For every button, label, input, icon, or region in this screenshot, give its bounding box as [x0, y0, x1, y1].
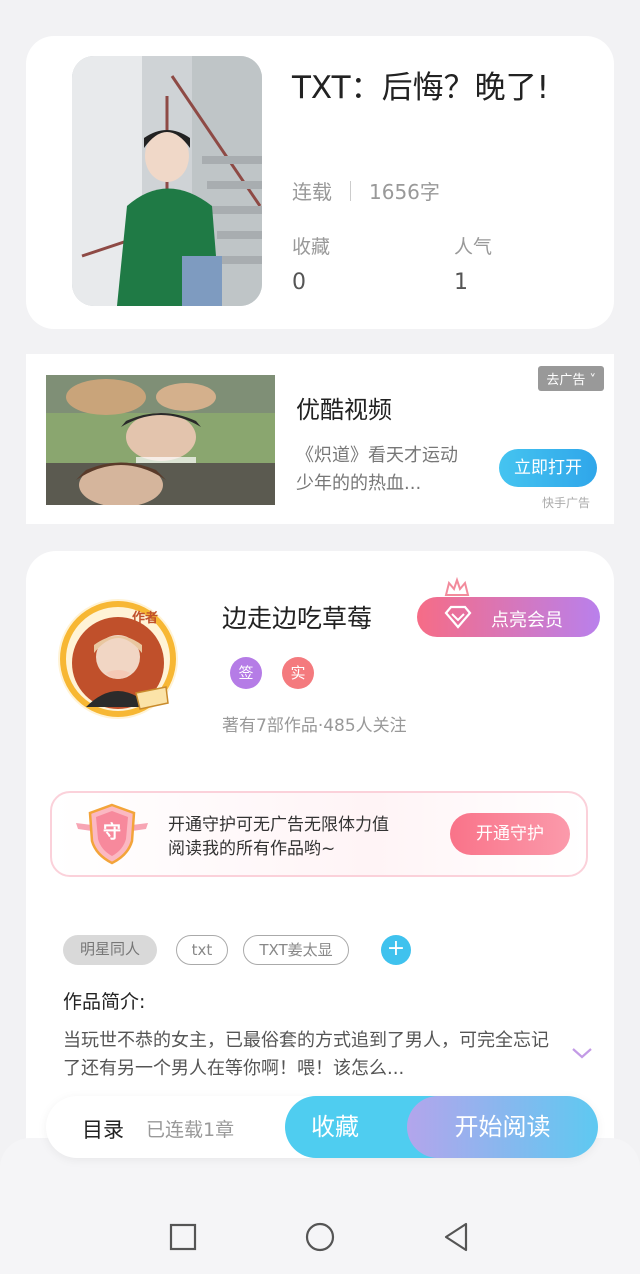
- author-meta: 著有7部作品·485人关注: [222, 716, 407, 736]
- book-cover-image[interactable]: [72, 56, 262, 306]
- collect-count-label: 收藏: [292, 236, 331, 258]
- chapter-count: 已连载1章: [146, 1119, 235, 1141]
- vip-button-label: 点亮会员: [491, 610, 563, 631]
- book-info-card: TXT：后悔？晚了! 连载 1656字 收藏 0 人气 1: [26, 36, 614, 329]
- verified-author-badge: 实: [282, 657, 314, 689]
- guard-description: 开通守护可无广告无限体力值 阅读我的所有作品哟~: [168, 813, 389, 861]
- remove-ad-button[interactable]: 去广告 ˅: [538, 366, 604, 391]
- book-word-count: 1656字: [369, 180, 440, 204]
- vip-member-button[interactable]: 点亮会员: [417, 577, 600, 637]
- intro-text: 当玩世不恭的女主，已最俗套的方式追到了男人，可完全忘记了还有另一个男人在等你啊！…: [63, 1030, 549, 1079]
- guard-line-2: 阅读我的所有作品哟~: [168, 839, 336, 859]
- start-reading-button[interactable]: 开始阅读: [407, 1096, 598, 1158]
- tag-item[interactable]: txt: [176, 935, 228, 965]
- ad-open-button[interactable]: 立即打开: [499, 449, 597, 487]
- author-name[interactable]: 边走边吃草莓: [222, 599, 372, 635]
- table-of-contents-button[interactable]: 目录: [82, 1114, 124, 1144]
- author-badge-label: 作者: [132, 611, 159, 626]
- popularity-label: 人气: [454, 236, 493, 258]
- home-icon[interactable]: [303, 1220, 337, 1254]
- ad-banner[interactable]: 去广告 ˅ 优酷视频 《炽道》看天才运动少年的的热血... 立即打开 快手广告: [26, 354, 614, 524]
- open-guard-button[interactable]: 开通守护: [450, 813, 570, 855]
- book-status: 连载: [292, 180, 332, 204]
- crown-icon: [444, 577, 470, 596]
- book-title: TXT：后悔？晚了!: [292, 70, 549, 106]
- guard-icon-char: 守: [103, 822, 121, 843]
- diamond-icon: [444, 605, 472, 629]
- intro-heading: 作品简介:: [63, 991, 146, 1013]
- back-icon[interactable]: [440, 1220, 474, 1254]
- tag-item[interactable]: TXT姜太显: [243, 935, 349, 965]
- add-tag-button[interactable]: +: [381, 935, 411, 965]
- status-divider: [350, 180, 351, 201]
- author-avatar[interactable]: 作者: [56, 597, 180, 721]
- ad-image[interactable]: [46, 375, 275, 505]
- collect-count-value: 0: [292, 270, 306, 295]
- chevron-down-icon[interactable]: [570, 1045, 594, 1061]
- ad-source-label: 快手广告: [542, 496, 591, 510]
- guard-promo-banner[interactable]: 守 开通守护可无广告无限体力值 阅读我的所有作品哟~ 开通守护: [50, 791, 588, 877]
- recent-apps-icon[interactable]: [166, 1220, 200, 1254]
- guard-line-1: 开通守护可无广告无限体力值: [168, 815, 389, 835]
- signed-author-badge: 签: [230, 657, 262, 689]
- tag-item[interactable]: 明星同人: [63, 935, 157, 965]
- bottom-action-bar: 目录 已连载1章 收藏 开始阅读: [46, 1096, 598, 1158]
- book-status-row: 连载 1656字: [292, 176, 440, 205]
- ad-title: 优酷视频: [296, 396, 392, 424]
- popularity-value: 1: [454, 270, 468, 295]
- ad-description: 《炽道》看天才运动少年的的热血...: [296, 445, 458, 494]
